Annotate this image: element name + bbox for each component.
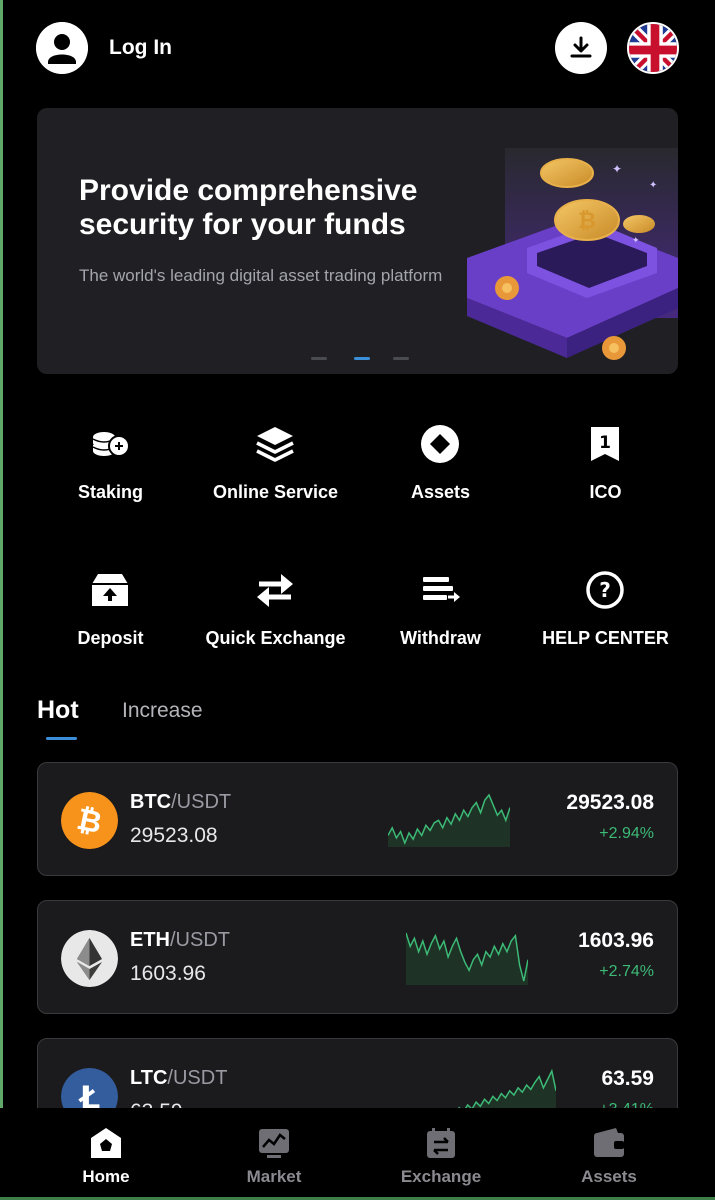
app-screen: Log In Provide comprehensive security fo… <box>0 0 715 1200</box>
svg-text:₿: ₿ <box>578 209 596 234</box>
price-change: +2.74% <box>599 963 654 980</box>
nav-label: Assets <box>581 1167 637 1186</box>
market-pair: LTC/USDT <box>130 1067 227 1090</box>
nav-label: Market <box>246 1167 302 1186</box>
carousel-dot-1[interactable] <box>311 357 327 360</box>
wallet-icon <box>594 1128 624 1157</box>
base-symbol: LTC <box>130 1067 168 1089</box>
market-card-eth[interactable]: ETH/USDT 1603.96 1603.96 +2.74% <box>37 900 678 1014</box>
eth-coin-icon <box>61 930 118 987</box>
quick-action-ico[interactable]: 1 ICO <box>523 424 688 514</box>
nav-assets[interactable]: Assets <box>539 1122 679 1192</box>
market-pair: ETH/USDT <box>130 929 230 952</box>
price-change: +2.94% <box>599 825 654 842</box>
price-highlight: 63.59 <box>601 1067 654 1090</box>
carousel-dot-2[interactable] <box>354 357 370 360</box>
nav-label: Home <box>82 1167 130 1186</box>
sparkline-chart <box>388 793 510 847</box>
layers-icon <box>255 424 295 464</box>
nav-market[interactable]: Market <box>204 1122 344 1192</box>
quick-action-help-center[interactable]: ? HELP CENTER <box>523 570 688 660</box>
svg-text:✦: ✦ <box>632 235 640 245</box>
home-icon <box>91 1128 121 1158</box>
diamond-circle-icon <box>420 424 460 464</box>
market-card-btc[interactable]: ₿ BTC/USDT 29523.08 29523.08 +2.94% <box>37 762 678 876</box>
quick-action-label: Staking <box>77 482 143 502</box>
quick-action-deposit[interactable]: Deposit <box>28 570 193 660</box>
quote-symbol: /USDT <box>171 791 232 813</box>
price-highlight: 1603.96 <box>578 929 654 952</box>
coins-stack-icon <box>90 424 130 464</box>
quote-symbol: /USDT <box>170 929 230 951</box>
nav-exchange[interactable]: Exchange <box>371 1122 511 1192</box>
quote-symbol: /USDT <box>167 1067 228 1089</box>
quick-action-label: Withdraw <box>400 628 481 648</box>
nav-label: Exchange <box>400 1167 482 1186</box>
svg-text:✦: ✦ <box>612 162 622 176</box>
deposit-box-icon <box>90 570 130 610</box>
banner-subtitle: The world's leading digital asset tradin… <box>79 266 443 285</box>
last-price: 1603.96 <box>130 962 206 985</box>
ico-badge-icon: 1 <box>585 424 625 464</box>
top-header: Log In <box>36 22 681 76</box>
quick-action-label: Deposit <box>77 628 144 648</box>
crypto-vault-illustration: ₿ ✦ ✦ ✦ <box>467 148 678 360</box>
quick-action-label: HELP CENTER <box>542 628 669 648</box>
quick-action-label: Online Service <box>212 482 339 502</box>
swap-arrows-icon <box>255 570 295 610</box>
withdraw-icon <box>420 570 460 610</box>
uk-flag-icon <box>629 24 677 72</box>
carousel-dot-3[interactable] <box>393 357 409 360</box>
quick-action-quick-exchange[interactable]: Quick Exchange <box>193 570 358 660</box>
promo-banner[interactable]: Provide comprehensive security for your … <box>37 108 678 374</box>
exchange-icon <box>427 1128 455 1158</box>
svg-text:?: ? <box>599 578 611 602</box>
btc-coin-icon: ₿ <box>61 792 118 849</box>
quick-action-label: Assets <box>410 482 471 502</box>
base-symbol: BTC <box>130 791 172 813</box>
language-flag-button[interactable] <box>627 22 679 74</box>
sparkline-area <box>406 933 528 985</box>
quick-actions-grid: Staking Online Service Assets 1 ICO Depo… <box>28 420 688 660</box>
user-avatar-icon[interactable] <box>36 22 88 74</box>
carousel-indicator[interactable] <box>311 357 411 361</box>
bottom-navigation: Home Market Exchange Assets <box>0 1108 715 1200</box>
quick-action-label: ICO <box>589 482 622 502</box>
svg-text:✦: ✦ <box>649 180 657 191</box>
base-symbol: ETH <box>130 929 170 951</box>
quick-action-online-service[interactable]: Online Service <box>193 424 358 514</box>
sparkline-chart <box>406 932 528 985</box>
svg-text:1: 1 <box>599 433 611 453</box>
last-price: 29523.08 <box>130 824 218 847</box>
window-edge <box>0 0 3 1200</box>
download-icon <box>570 36 592 58</box>
tab-hot[interactable]: Hot <box>37 696 79 725</box>
quick-action-assets[interactable]: Assets <box>358 424 523 514</box>
quick-action-label: Quick Exchange <box>205 628 346 648</box>
login-link[interactable]: Log In <box>109 36 172 60</box>
nav-home[interactable]: Home <box>36 1122 176 1192</box>
market-pair: BTC/USDT <box>130 791 231 814</box>
tab-increase[interactable]: Increase <box>122 699 203 723</box>
quick-action-staking[interactable]: Staking <box>28 424 193 514</box>
download-button[interactable] <box>555 22 607 74</box>
help-circle-icon: ? <box>585 570 625 610</box>
quick-action-withdraw[interactable]: Withdraw <box>358 570 523 660</box>
banner-title: Provide comprehensive security for your … <box>79 174 418 241</box>
tab-active-indicator <box>46 737 77 740</box>
market-chart-icon <box>259 1129 289 1158</box>
price-highlight: 29523.08 <box>566 791 654 814</box>
